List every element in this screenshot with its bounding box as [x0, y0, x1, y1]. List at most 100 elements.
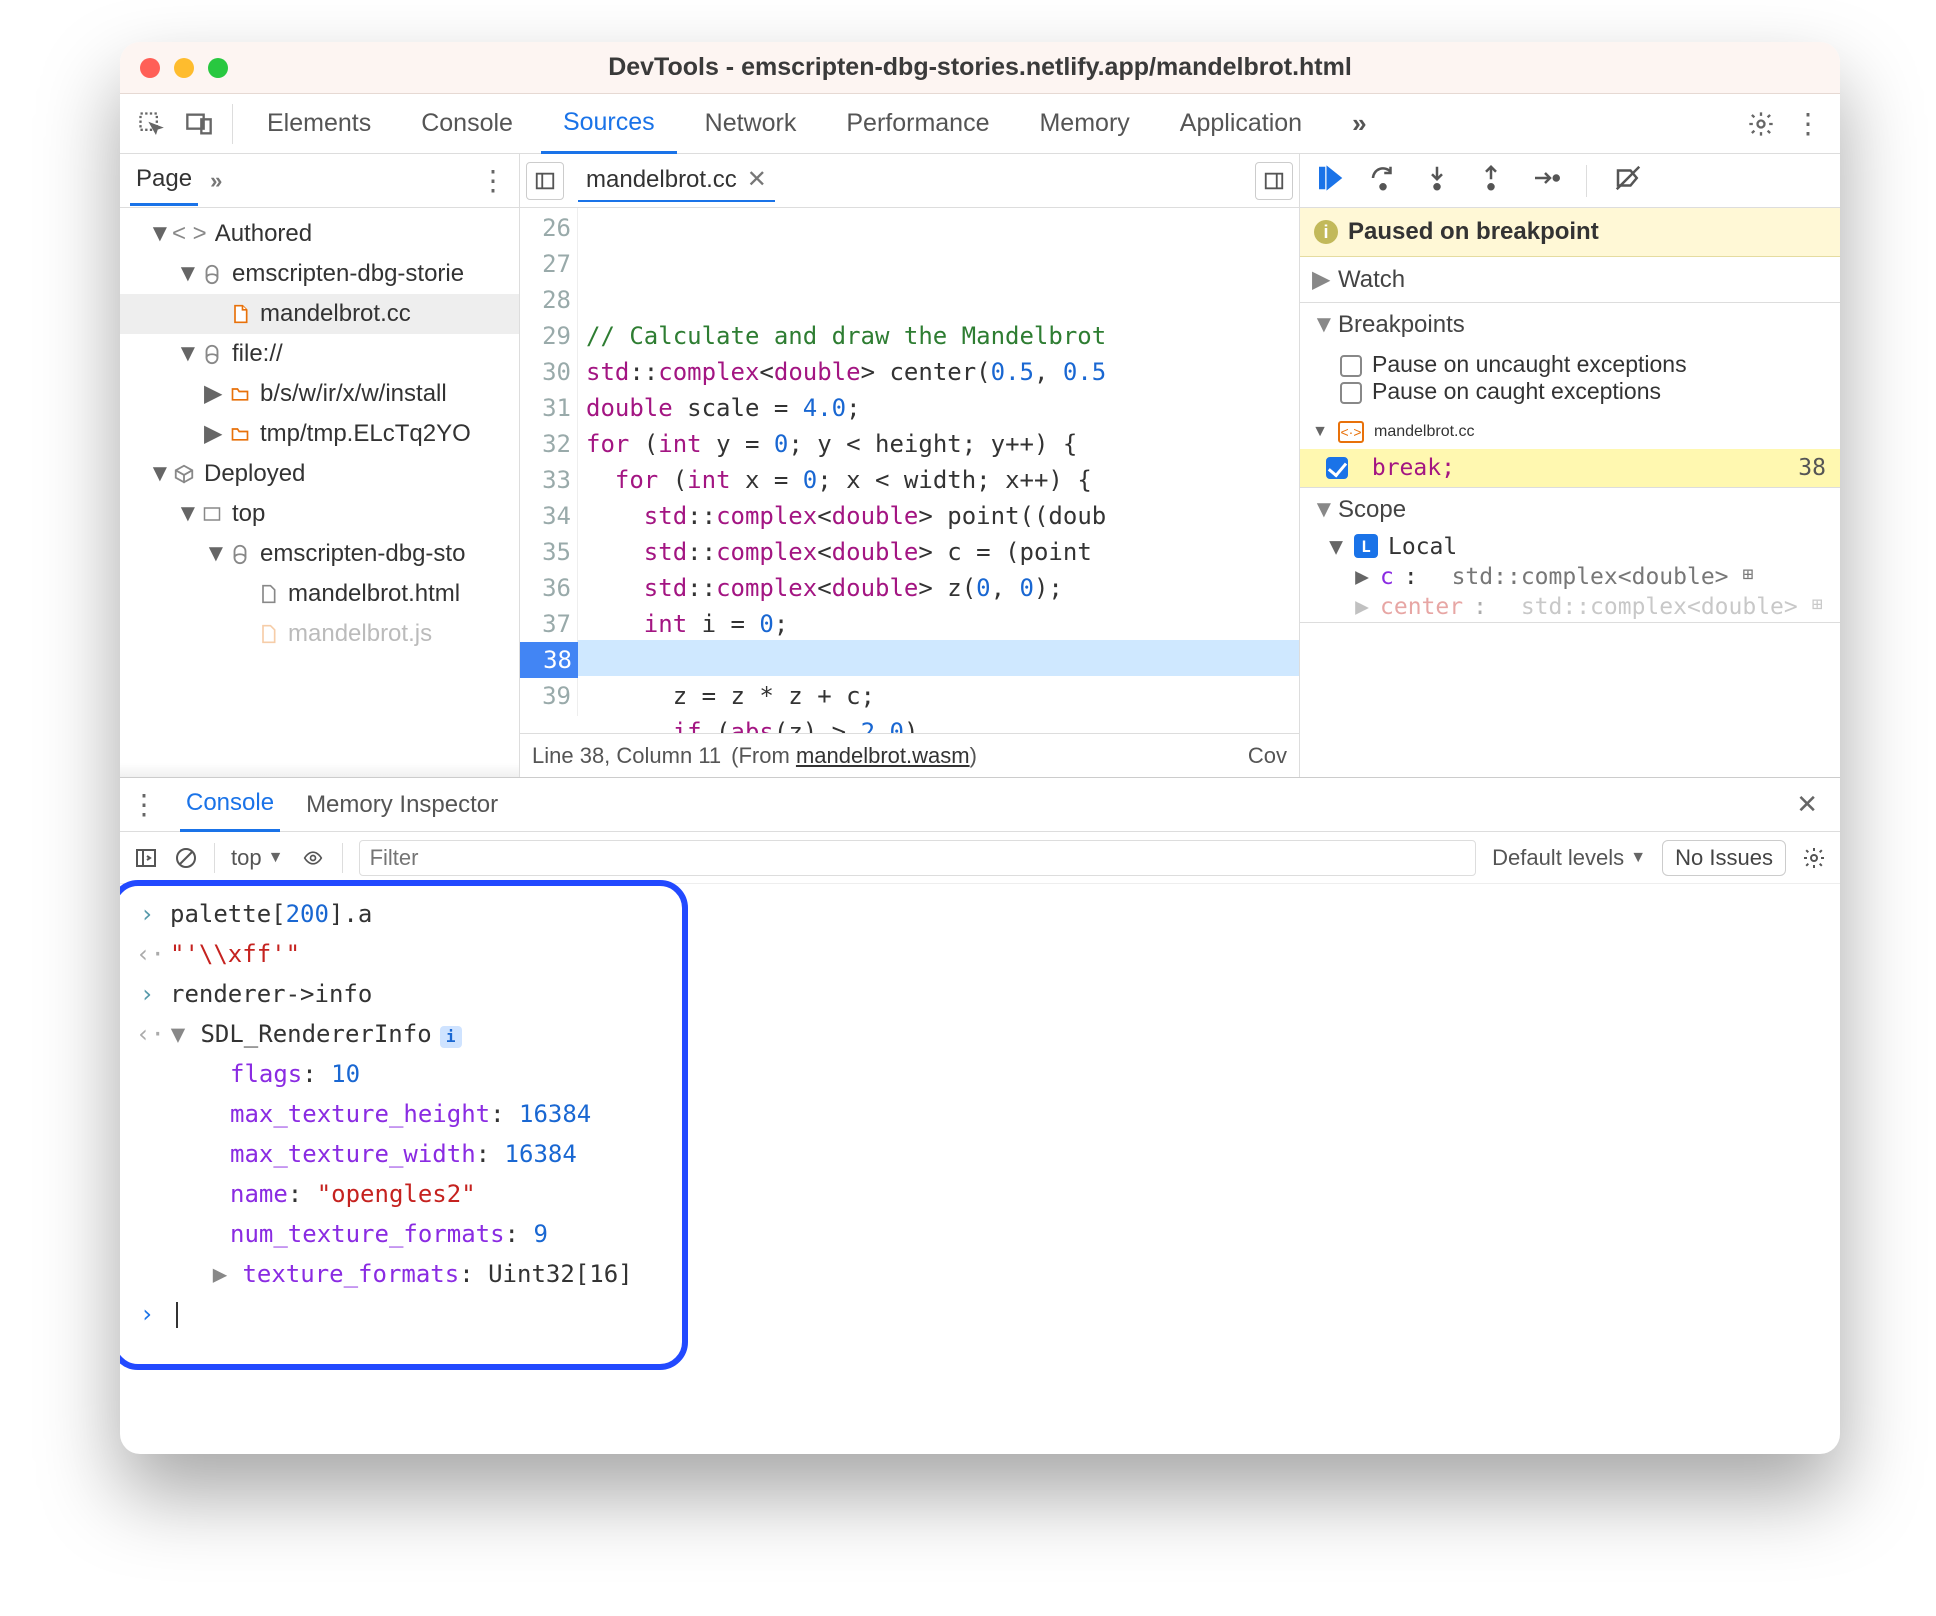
settings-icon[interactable]	[1740, 103, 1782, 145]
execution-context-selector[interactable]: top ▼	[231, 845, 284, 871]
console-prompt[interactable]: ›	[136, 1294, 1824, 1334]
tree-origin-file[interactable]: ▼file://	[120, 334, 519, 374]
scope-section: ▼Scope ▼LLocal ▶c: std::complex<double>⊞…	[1300, 488, 1840, 623]
tree-folder-tmp[interactable]: ▶tmp/tmp.ELcTq2YO	[120, 414, 519, 454]
deactivate-breakpoints-button[interactable]	[1613, 163, 1643, 198]
editor-tab-label: mandelbrot.cc	[586, 166, 737, 194]
info-badge-icon[interactable]: i	[440, 1026, 462, 1048]
console-sidebar-toggle-icon[interactable]	[134, 846, 158, 870]
console-output-2[interactable]: ‹·▼ SDL_RendererInfoi	[136, 1014, 1824, 1054]
drawer-tab-memory-inspector[interactable]: Memory Inspector	[300, 779, 504, 831]
tab-performance[interactable]: Performance	[824, 94, 1011, 154]
output-chevron-icon: ‹·	[136, 1014, 158, 1054]
breakpoint-checkbox[interactable]	[1326, 457, 1348, 479]
code-editor[interactable]: 38 2627282930313233343536373839 // Calcu…	[520, 208, 1299, 733]
navigator-tabs-overflow[interactable]: »	[210, 168, 218, 194]
sources-main: Page » ⋮ ▼< >Authored ▼emscripten-dbg-st…	[120, 154, 1840, 778]
file-tree[interactable]: ▼< >Authored ▼emscripten-dbg-storie mand…	[120, 208, 519, 777]
navigator-more-button[interactable]: ⋮	[479, 164, 509, 197]
console-filter[interactable]	[359, 840, 1477, 876]
watch-section[interactable]: ▶Watch	[1300, 257, 1840, 303]
window-title: DevTools - emscripten-dbg-stories.netlif…	[120, 53, 1840, 82]
live-expression-icon[interactable]	[300, 848, 326, 868]
log-levels-selector[interactable]: Default levels ▼	[1492, 845, 1646, 871]
scope-var-c[interactable]: ▶c: std::complex<double>⊞	[1300, 562, 1840, 592]
local-badge-icon: L	[1354, 534, 1378, 558]
tree-top-frame[interactable]: ▼top	[120, 494, 519, 534]
tab-console[interactable]: Console	[399, 94, 535, 154]
coverage-label: Cov	[1248, 743, 1287, 769]
device-toolbar-icon[interactable]	[178, 103, 220, 145]
resume-button[interactable]	[1314, 163, 1344, 198]
toggle-debugger-icon[interactable]	[1255, 162, 1293, 200]
code-lines: // Calculate and draw the Mandelbrotstd:…	[578, 208, 1299, 733]
exec-line-highlight	[578, 640, 1299, 676]
info-icon: i	[1314, 220, 1338, 244]
prop-flags: flags: 10	[136, 1054, 1824, 1094]
breakpoint-file[interactable]: ▼<·>mandelbrot.cc	[1300, 415, 1840, 449]
console-body[interactable]: ›palette[200].a ‹·"'\\xff'" ›renderer->i…	[120, 884, 1840, 1454]
tree-group-authored[interactable]: ▼< >Authored	[120, 214, 519, 254]
breakpoints-header[interactable]: ▼Breakpoints	[1300, 303, 1840, 347]
console-settings-icon[interactable]	[1802, 846, 1826, 870]
paused-banner: i Paused on breakpoint	[1300, 208, 1840, 257]
issues-button[interactable]: No Issues	[1662, 840, 1786, 876]
scope-label: Scope	[1338, 496, 1406, 524]
tab-elements[interactable]: Elements	[245, 94, 393, 154]
drawer-tab-console[interactable]: Console	[180, 777, 280, 832]
scope-var-center[interactable]: ▶center: std::complex<double>⊞	[1300, 592, 1840, 622]
tree-origin-deployed[interactable]: ▼emscripten-dbg-sto	[120, 534, 519, 574]
navigator-tab-page[interactable]: Page	[130, 155, 198, 206]
editor-tab-file[interactable]: mandelbrot.cc ✕	[578, 159, 775, 202]
tree-folder-install[interactable]: ▶b/s/w/ir/x/w/install	[120, 374, 519, 414]
paused-text: Paused on breakpoint	[1348, 218, 1599, 246]
more-menu-button[interactable]: ⋮	[1788, 103, 1830, 145]
close-tab-icon[interactable]: ✕	[747, 165, 767, 194]
drawer-tabs: ⋮ Console Memory Inspector ✕	[120, 778, 1840, 832]
step-into-button[interactable]	[1422, 163, 1452, 198]
output-chevron-icon: ‹·	[136, 934, 158, 974]
devtools-window: DevTools - emscripten-dbg-stories.netlif…	[120, 42, 1840, 1454]
breakpoint-entry[interactable]: break;38	[1300, 449, 1840, 487]
tree-group-deployed[interactable]: ▼Deployed	[120, 454, 519, 494]
step-over-button[interactable]	[1368, 163, 1398, 198]
editor-tabs: mandelbrot.cc ✕	[520, 154, 1299, 208]
navigator-pane: Page » ⋮ ▼< >Authored ▼emscripten-dbg-st…	[120, 154, 520, 777]
step-button[interactable]	[1530, 163, 1560, 198]
debugger-pane: i Paused on breakpoint ▶Watch ▼Breakpoin…	[1300, 154, 1840, 777]
pause-uncaught-toggle[interactable]: Pause on uncaught exceptions	[1340, 351, 1828, 378]
memory-icon[interactable]: ⊞	[1812, 594, 1823, 620]
tab-network[interactable]: Network	[683, 94, 819, 154]
step-out-button[interactable]	[1476, 163, 1506, 198]
tree-file-js[interactable]: mandelbrot.js	[120, 614, 519, 654]
prop-name: name: "opengles2"	[136, 1174, 1824, 1214]
tree-origin-authored[interactable]: ▼emscripten-dbg-storie	[120, 254, 519, 294]
exec-line-gutter: 38	[520, 642, 578, 678]
navigator-header: Page » ⋮	[120, 154, 519, 208]
breakpoints-section: ▼Breakpoints Pause on uncaught exception…	[1300, 303, 1840, 488]
inspect-element-icon[interactable]	[130, 103, 172, 145]
cursor-caret	[176, 1302, 178, 1328]
title-bar: DevTools - emscripten-dbg-stories.netlif…	[120, 42, 1840, 94]
tree-file-html[interactable]: mandelbrot.html	[120, 574, 519, 614]
clear-console-icon[interactable]	[174, 846, 198, 870]
scope-local[interactable]: ▼LLocal	[1300, 532, 1840, 562]
drawer-close-button[interactable]: ✕	[1784, 783, 1830, 826]
pause-caught-toggle[interactable]: Pause on caught exceptions	[1340, 378, 1828, 405]
tabs-overflow-button[interactable]: »	[1330, 94, 1384, 154]
filter-input[interactable]	[359, 840, 1477, 876]
prop-texture-formats[interactable]: ▶ texture_formats: Uint32[16]	[136, 1254, 1824, 1294]
tab-memory[interactable]: Memory	[1017, 94, 1151, 154]
tab-sources[interactable]: Sources	[541, 94, 677, 154]
watch-label: Watch	[1338, 266, 1405, 294]
tab-application[interactable]: Application	[1158, 94, 1324, 154]
toggle-navigator-icon[interactable]	[526, 162, 564, 200]
prop-max-texture-width: max_texture_width: 16384	[136, 1134, 1824, 1174]
drawer-more-button[interactable]: ⋮	[130, 788, 160, 821]
console-toolbar: top ▼ Default levels ▼ No Issues	[120, 832, 1840, 884]
scope-header[interactable]: ▼Scope	[1300, 488, 1840, 532]
tree-file-mandelbrot-cc[interactable]: mandelbrot.cc	[120, 294, 519, 334]
memory-icon[interactable]: ⊞	[1743, 564, 1754, 590]
source-map-link[interactable]: mandelbrot.wasm	[796, 743, 970, 768]
cursor-position: Line 38, Column 11	[532, 743, 721, 769]
